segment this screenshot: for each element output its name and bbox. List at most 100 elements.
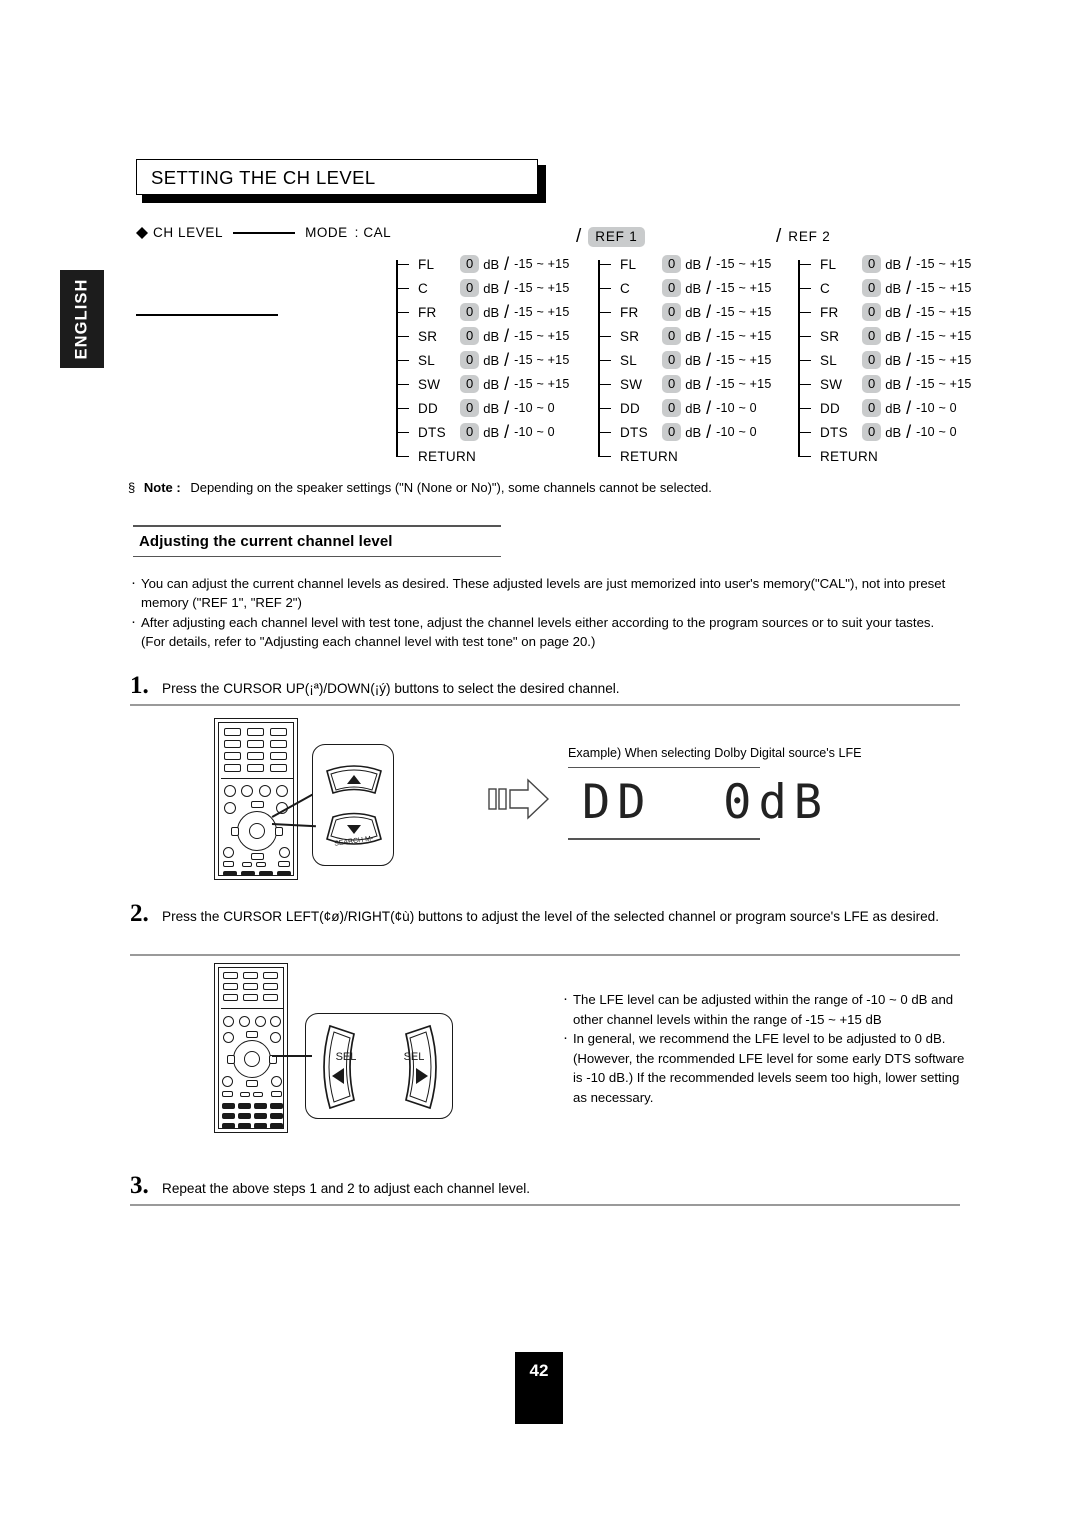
remote-key-tone <box>239 1016 250 1027</box>
tree-row-channel: C <box>620 280 631 296</box>
tree-row-value[interactable]: 0 <box>662 351 682 369</box>
remote-key-6 <box>263 972 278 979</box>
tree-row: SR 0 dB / -15 ~ +15 <box>798 324 971 348</box>
list-item: The LFE level can be adjusted within the… <box>562 989 966 1029</box>
tree-row-channel: DD <box>620 400 641 416</box>
page-header: SETTING THE CH LEVEL <box>136 159 546 316</box>
tree-row-range: -15 ~ +15 <box>916 281 972 295</box>
tree-row-slash: / <box>906 373 912 394</box>
tree-row-value[interactable]: 0 <box>862 279 882 297</box>
remote-key-cursor-left <box>227 1055 235 1064</box>
tree-row-range: -15 ~ +15 <box>716 257 772 271</box>
tree-row-slash: / <box>504 397 510 418</box>
tree-row-slash: / <box>706 277 712 298</box>
tree-row-value[interactable]: 0 <box>460 423 480 441</box>
tree-row-unit: dB <box>483 280 500 296</box>
remote-key-src11 <box>270 1123 283 1129</box>
tree-row: SR 0 dB / -15 ~ +15 <box>396 324 569 348</box>
tree-row-value[interactable]: 0 <box>662 303 682 321</box>
page-number-badge: 42 <box>515 1352 563 1424</box>
tree-row-value[interactable]: 0 <box>460 375 480 393</box>
header-underline <box>136 314 278 316</box>
tree-row: FL 0 dB / -15 ~ +15 <box>598 252 771 276</box>
tree-row-slash: / <box>906 253 912 274</box>
tree-row-range: -15 ~ +15 <box>716 305 772 319</box>
tree-row-value[interactable]: 0 <box>460 351 480 369</box>
tree-column-header-ref1: / REF 1 <box>576 226 645 248</box>
tree-row-value[interactable]: 0 <box>862 351 882 369</box>
step2-bullet-list: The LFE level can be adjusted within the… <box>562 989 966 1107</box>
tree-branch-icon <box>798 311 811 314</box>
tree-branch-icon <box>798 335 811 338</box>
tree-return-label: RETURN <box>820 448 879 464</box>
remote-key-4 <box>223 972 238 979</box>
tree-row-value[interactable]: 0 <box>460 255 480 273</box>
tree-row-channel: SL <box>820 352 838 368</box>
tree-row-value[interactable]: 0 <box>460 327 480 345</box>
tree-header-label-ref2: REF 2 <box>788 229 831 244</box>
tree-row: SW 0 dB / -15 ~ +15 <box>798 372 971 396</box>
note-symbol: § <box>128 480 136 495</box>
tree-row-channel: DTS <box>418 424 446 440</box>
tree-row-value[interactable]: 0 <box>862 423 882 441</box>
page-title: SETTING THE CH LEVEL <box>151 167 376 188</box>
tree-row-value[interactable]: 0 <box>862 327 882 345</box>
remote-key-memory <box>271 1076 282 1087</box>
tree-row-value[interactable]: 0 <box>662 399 682 417</box>
tree-row-value[interactable]: 0 <box>662 375 682 393</box>
remote-key-setup <box>270 1032 281 1043</box>
tree-row-unit: dB <box>885 328 902 344</box>
remote-key-play <box>276 785 288 797</box>
tree-branch-icon <box>598 383 611 386</box>
lcd-example-caption: Example) When selecting Dolby Digital so… <box>568 746 862 760</box>
remote-key-src3 <box>277 871 291 876</box>
tree-branch-icon <box>598 287 611 290</box>
page-number: 42 <box>529 1361 549 1380</box>
remote-key-src10 <box>254 1123 267 1129</box>
language-tab-label: ENGLISH <box>72 278 91 360</box>
remote-key-rec <box>255 1016 266 1027</box>
remote-key-9 <box>263 983 278 990</box>
tree-row-unit: dB <box>685 400 702 416</box>
remote-key-0 <box>243 994 258 1001</box>
callout-keys-svg: SEARCH M- <box>326 765 382 848</box>
tree-row-value[interactable]: 0 <box>862 399 882 417</box>
tree-row-channel: DTS <box>820 424 848 440</box>
remote-key-4 <box>224 740 241 748</box>
tree-row-return[interactable]: RETURN <box>396 444 569 468</box>
tree-row-value[interactable]: 0 <box>862 303 882 321</box>
tree-row-unit: dB <box>885 400 902 416</box>
tree-row-range: -15 ~ +15 <box>514 305 570 319</box>
tree-row-value[interactable]: 0 <box>662 255 682 273</box>
remote-key-8 <box>243 983 258 990</box>
tree-row-range: -15 ~ +15 <box>916 305 972 319</box>
tree-row-value[interactable]: 0 <box>460 399 480 417</box>
tree-row-value[interactable]: 0 <box>460 303 480 321</box>
tree-branch-icon <box>598 263 611 266</box>
tree-row-value[interactable]: 0 <box>862 255 882 273</box>
tree-row-value[interactable]: 0 <box>460 279 480 297</box>
tree-row-unit: dB <box>483 256 500 272</box>
tree-row-range: -15 ~ +15 <box>716 281 772 295</box>
note-label: Note : <box>143 480 181 495</box>
remote-key-src9 <box>238 1123 251 1129</box>
tree-row-value[interactable]: 0 <box>662 423 682 441</box>
step-3-number: 3. <box>130 1172 149 1199</box>
tree-row-value[interactable]: 0 <box>862 375 882 393</box>
tree-row-channel: SR <box>418 328 438 344</box>
remote-key-7 <box>224 752 241 760</box>
tree-row-return[interactable]: RETURN <box>598 444 771 468</box>
tree-row-value[interactable]: 0 <box>662 327 682 345</box>
tree-row-unit: dB <box>885 376 902 392</box>
remote-key-chlevel <box>224 785 236 797</box>
tree-row: C 0 dB / -15 ~ +15 <box>396 276 569 300</box>
tree-row-return[interactable]: RETURN <box>798 444 971 468</box>
remote-key-surr-plus <box>253 1092 263 1097</box>
tree-row-slash: / <box>706 325 712 346</box>
remote-key-5 <box>247 740 264 748</box>
tree-branch-icon <box>396 311 409 314</box>
connector-line <box>233 231 296 234</box>
list-item: You can adjust the current channel level… <box>130 573 960 612</box>
tree-row-value[interactable]: 0 <box>662 279 682 297</box>
tree-row: FR 0 dB / -15 ~ +15 <box>798 300 971 324</box>
